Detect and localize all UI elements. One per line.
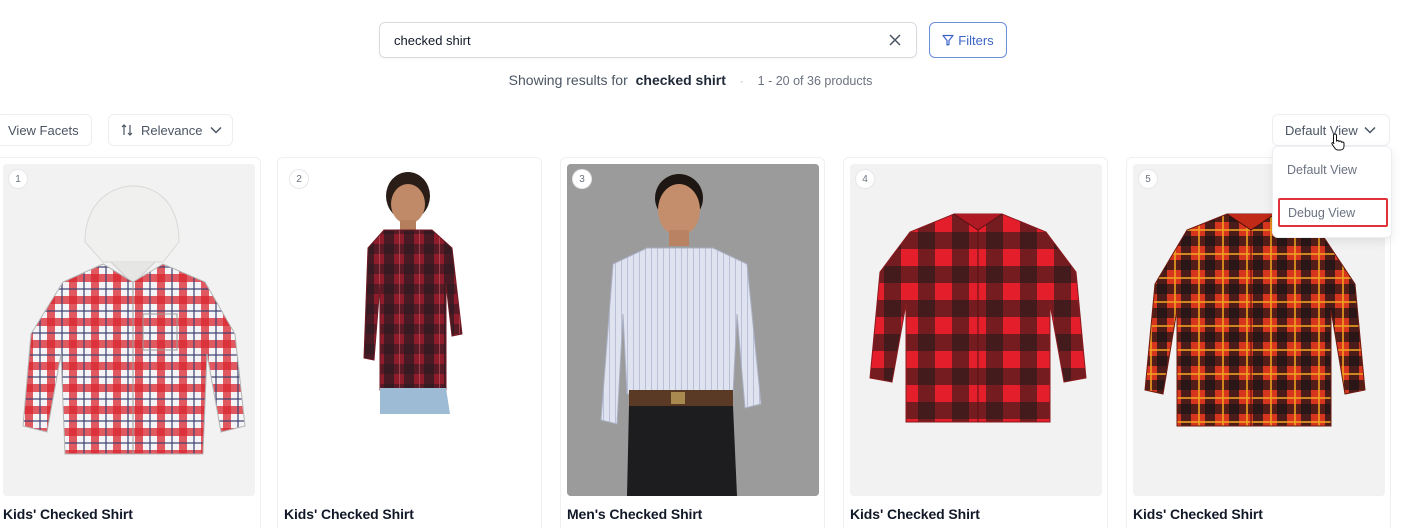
filters-label: Filters	[958, 32, 994, 48]
search-box[interactable]	[379, 22, 917, 58]
product-image[interactable]: 3	[567, 164, 819, 496]
product-card[interactable]: 2 Kids' Checked Shirt	[277, 157, 542, 528]
product-rank-badge: 4	[856, 170, 874, 188]
chevron-down-icon	[210, 126, 222, 134]
results-prefix: Showing results for	[508, 72, 628, 88]
product-title[interactable]: Kids' Checked Shirt	[284, 506, 414, 522]
view-mode-menu-overlay: Default View Debug View	[1272, 146, 1392, 238]
results-separator: ·	[739, 74, 744, 88]
search-input[interactable]	[394, 32, 886, 48]
product-image[interactable]: 1	[3, 164, 255, 496]
product-card[interactable]: 4 Kids' Checked Shirt	[843, 157, 1108, 528]
menu-item-debug-view[interactable]: Debug View	[1278, 198, 1388, 227]
product-title[interactable]: Kids' Checked Shirt	[3, 506, 133, 522]
filter-icon	[942, 34, 954, 46]
sort-icon	[121, 124, 133, 136]
view-facets-button[interactable]: View Facets	[0, 114, 92, 146]
menu-item-default-view[interactable]: Default View	[1287, 163, 1357, 177]
clear-search-button[interactable]	[886, 31, 904, 49]
product-rank-badge: 5	[1139, 170, 1157, 188]
product-rank-badge: 2	[290, 170, 308, 188]
product-card[interactable]: 3 Men's Checked Shirt	[560, 157, 825, 528]
product-card[interactable]: 1 Kids' Checked Shirt	[0, 157, 261, 528]
product-rank-badge: 1	[9, 170, 27, 188]
product-title[interactable]: Men's Checked Shirt	[567, 506, 702, 522]
filters-button[interactable]: Filters	[929, 22, 1007, 58]
results-summary: Showing results for checked shirt · 1 - …	[0, 72, 1381, 88]
close-icon	[889, 34, 901, 46]
product-image[interactable]: 2	[284, 164, 536, 496]
product-rank-badge: 3	[573, 170, 591, 188]
product-title[interactable]: Kids' Checked Shirt	[850, 506, 980, 522]
sort-dropdown[interactable]: Relevance	[108, 114, 233, 146]
sort-label: Relevance	[141, 122, 203, 138]
results-query: checked shirt	[635, 72, 726, 88]
product-image[interactable]: 4	[850, 164, 1102, 496]
chevron-down-icon	[1364, 126, 1376, 134]
results-count: 1 - 20 of 36 products	[757, 74, 873, 88]
view-facets-label: View Facets	[8, 122, 79, 138]
hand-cursor-icon	[1331, 133, 1345, 151]
view-mode-label: Default View	[1285, 122, 1358, 138]
product-title[interactable]: Kids' Checked Shirt	[1133, 506, 1263, 522]
